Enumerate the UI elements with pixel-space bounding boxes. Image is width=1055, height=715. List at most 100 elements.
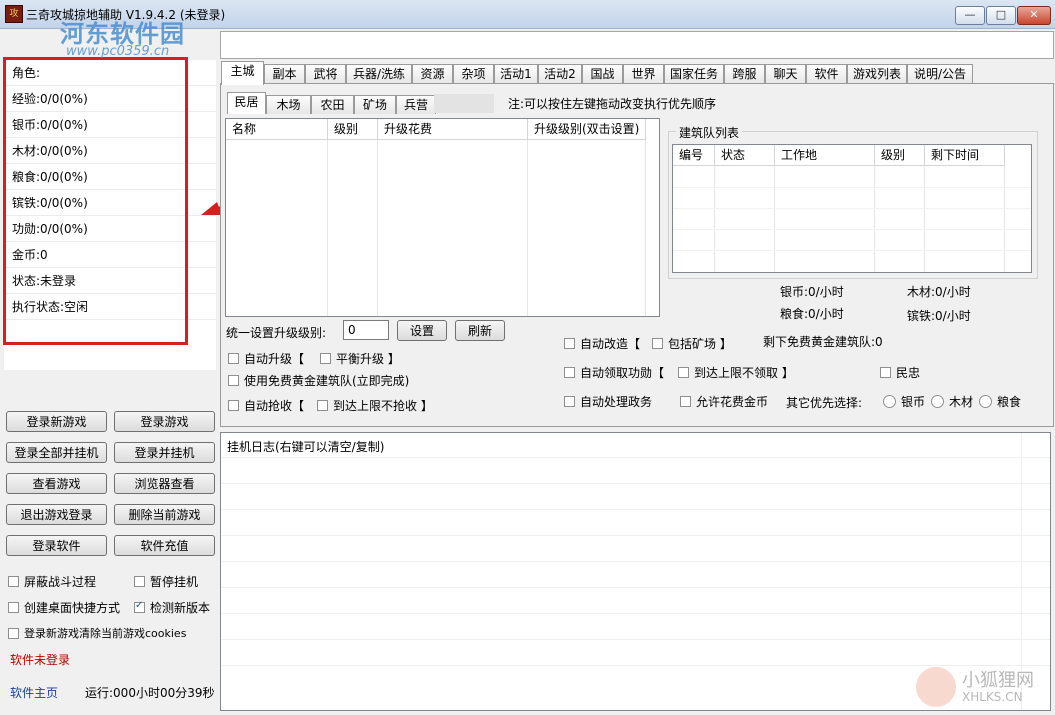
subtab-mine[interactable]: 矿场 xyxy=(354,95,396,114)
checkbox-box[interactable] xyxy=(880,366,891,378)
silver-rate: 银币:0/小时 xyxy=(780,285,844,299)
tab-help[interactable]: 说明/公告 xyxy=(907,64,973,84)
building-grid[interactable]: 名称 级别 升级花费 升级级别(双击设置) xyxy=(225,118,660,317)
tab-dungeon[interactable]: 副本 xyxy=(264,64,305,84)
logout-game-button[interactable]: 退出游戏登录 xyxy=(6,504,107,525)
unify-level-input[interactable]: 0 xyxy=(343,320,389,340)
block-battle-checkbox[interactable]: 屏蔽战斗过程 xyxy=(8,573,96,589)
checkbox-box[interactable] xyxy=(680,395,691,407)
auto-grab-checkbox[interactable]: 自动抢收【 xyxy=(228,397,304,413)
login-game-button[interactable]: 登录游戏 xyxy=(114,411,215,432)
login-new-game-button[interactable]: 登录新游戏 xyxy=(6,411,107,432)
civil-checkbox[interactable]: 民忠 xyxy=(880,364,920,380)
checkbox-box[interactable] xyxy=(320,352,331,364)
column-header[interactable]: 工作地 xyxy=(775,145,875,166)
pause-hang-checkbox[interactable]: 暂停挂机 xyxy=(134,573,198,589)
clear-cookies-checkbox[interactable]: 登录新游戏清除当前游戏cookies xyxy=(8,625,186,641)
login-software-button[interactable]: 登录软件 xyxy=(6,535,107,556)
column-header[interactable]: 级别 xyxy=(328,119,378,140)
radio-food[interactable]: 粮食 xyxy=(979,393,1021,409)
checkbox-box[interactable] xyxy=(564,395,575,407)
browser-view-button[interactable]: 浏览器查看 xyxy=(114,473,215,494)
radio-circle[interactable] xyxy=(979,394,992,408)
free-gold-team-checkbox[interactable]: 使用免费黄金建筑队(立即完成) xyxy=(228,372,409,388)
checkbox-box[interactable] xyxy=(678,366,689,378)
stat-login-status: 状态:未登录 xyxy=(4,268,216,294)
tab-national-task[interactable]: 国家任务 xyxy=(664,64,724,84)
balanced-upgrade-checkbox[interactable]: 平衡升级 】 xyxy=(320,350,400,366)
checkbox-label: 到达上限不领取 】 xyxy=(694,365,794,380)
tab-game-list[interactable]: 游戏列表 xyxy=(847,64,907,84)
column-header[interactable]: 升级花费 xyxy=(378,119,528,140)
desktop-shortcut-checkbox[interactable]: 创建桌面快捷方式 xyxy=(8,599,120,615)
checkbox-box-checked[interactable] xyxy=(134,600,145,613)
stat-silver: 银币:0/0(0%) xyxy=(4,112,216,138)
column-header[interactable]: 编号 xyxy=(673,145,715,166)
include-mine-checkbox[interactable]: 包括矿场 】 xyxy=(652,335,732,351)
tab-misc[interactable]: 杂项 xyxy=(453,64,494,84)
tab-national-war[interactable]: 国战 xyxy=(582,64,623,84)
checkbox-box[interactable] xyxy=(8,627,19,639)
tab-software[interactable]: 软件 xyxy=(806,64,847,84)
radio-circle[interactable] xyxy=(883,394,896,408)
auto-affairs-checkbox[interactable]: 自动处理政务 xyxy=(564,393,652,409)
homepage-link[interactable]: 软件主页 xyxy=(10,684,58,701)
radio-silver[interactable]: 银币 xyxy=(883,393,925,409)
allow-gold-checkbox[interactable]: 允许花费金币 xyxy=(680,393,768,409)
checkbox-box[interactable] xyxy=(8,601,19,613)
login-hang-button[interactable]: 登录并挂机 xyxy=(114,442,215,463)
auto-merit-checkbox[interactable]: 自动领取功勋【 xyxy=(564,364,664,380)
log-row-line xyxy=(221,561,1050,562)
queue-grid[interactable]: 编号 状态 工作地 级别 剩下时间 xyxy=(672,144,1032,273)
auto-upgrade-checkbox[interactable]: 自动升级【 xyxy=(228,350,304,366)
tab-cross-server[interactable]: 跨服 xyxy=(724,64,765,84)
checkbox-box[interactable] xyxy=(564,366,575,378)
tab-resources[interactable]: 资源 xyxy=(412,64,453,84)
column-header[interactable]: 剩下时间 xyxy=(925,145,1005,166)
tab-main-city[interactable]: 主城 xyxy=(221,61,264,85)
tab-chat[interactable]: 聊天 xyxy=(765,64,806,84)
set-button[interactable]: 设置 xyxy=(397,320,447,341)
priority-hint: 注:可以按住左键拖动改变执行优先顺序 xyxy=(508,97,717,111)
column-header[interactable]: 级别 xyxy=(875,145,925,166)
subtab-farm[interactable]: 农田 xyxy=(311,95,354,114)
auto-reform-checkbox[interactable]: 自动改造【 xyxy=(564,335,640,351)
close-button[interactable]: ✕ xyxy=(1017,6,1051,25)
login-all-hang-button[interactable]: 登录全部并挂机 xyxy=(6,442,107,463)
radio-circle[interactable] xyxy=(931,394,944,408)
checkbox-box[interactable] xyxy=(317,399,328,411)
column-header[interactable]: 状态 xyxy=(715,145,775,166)
checkbox-box[interactable] xyxy=(228,399,239,411)
checkbox-label: 自动抢收【 xyxy=(244,398,305,413)
minimize-button[interactable]: — xyxy=(955,6,985,25)
tab-event2[interactable]: 活动2 xyxy=(538,64,582,84)
checkbox-box[interactable] xyxy=(228,374,239,386)
tab-world[interactable]: 世界 xyxy=(623,64,664,84)
column-header[interactable]: 升级级别(双击设置) xyxy=(528,119,646,140)
delete-game-button[interactable]: 删除当前游戏 xyxy=(114,504,215,525)
checkbox-box[interactable] xyxy=(8,575,19,587)
checkbox-box[interactable] xyxy=(564,337,575,349)
grid-column xyxy=(775,166,875,272)
subtab-residence[interactable]: 民居 xyxy=(227,92,266,114)
tab-weapons[interactable]: 兵器/洗练 xyxy=(346,64,412,84)
checkbox-box[interactable] xyxy=(228,352,239,364)
check-version-checkbox[interactable]: 检测新版本 xyxy=(134,599,210,615)
log-row-line xyxy=(221,613,1050,614)
no-grab-limit-checkbox[interactable]: 到达上限不抢收 】 xyxy=(317,397,433,413)
checkbox-box[interactable] xyxy=(134,575,145,587)
subtab-barracks[interactable]: 兵营 xyxy=(396,95,436,114)
subtab-lumber[interactable]: 木场 xyxy=(266,95,311,114)
recharge-button[interactable]: 软件充值 xyxy=(114,535,215,556)
column-header[interactable]: 名称 xyxy=(226,119,328,140)
refresh-button[interactable]: 刷新 xyxy=(455,320,505,341)
maximize-button[interactable]: □ xyxy=(986,6,1016,25)
radio-wood[interactable]: 木材 xyxy=(931,393,973,409)
no-take-limit-checkbox[interactable]: 到达上限不领取 】 xyxy=(678,364,794,380)
tab-event1[interactable]: 活动1 xyxy=(494,64,538,84)
checkbox-box[interactable] xyxy=(652,337,663,349)
radio-label: 粮食 xyxy=(997,394,1022,409)
view-game-button[interactable]: 查看游戏 xyxy=(6,473,107,494)
iron-rate: 镔铁:0/小时 xyxy=(907,309,971,323)
tab-generals[interactable]: 武将 xyxy=(305,64,346,84)
